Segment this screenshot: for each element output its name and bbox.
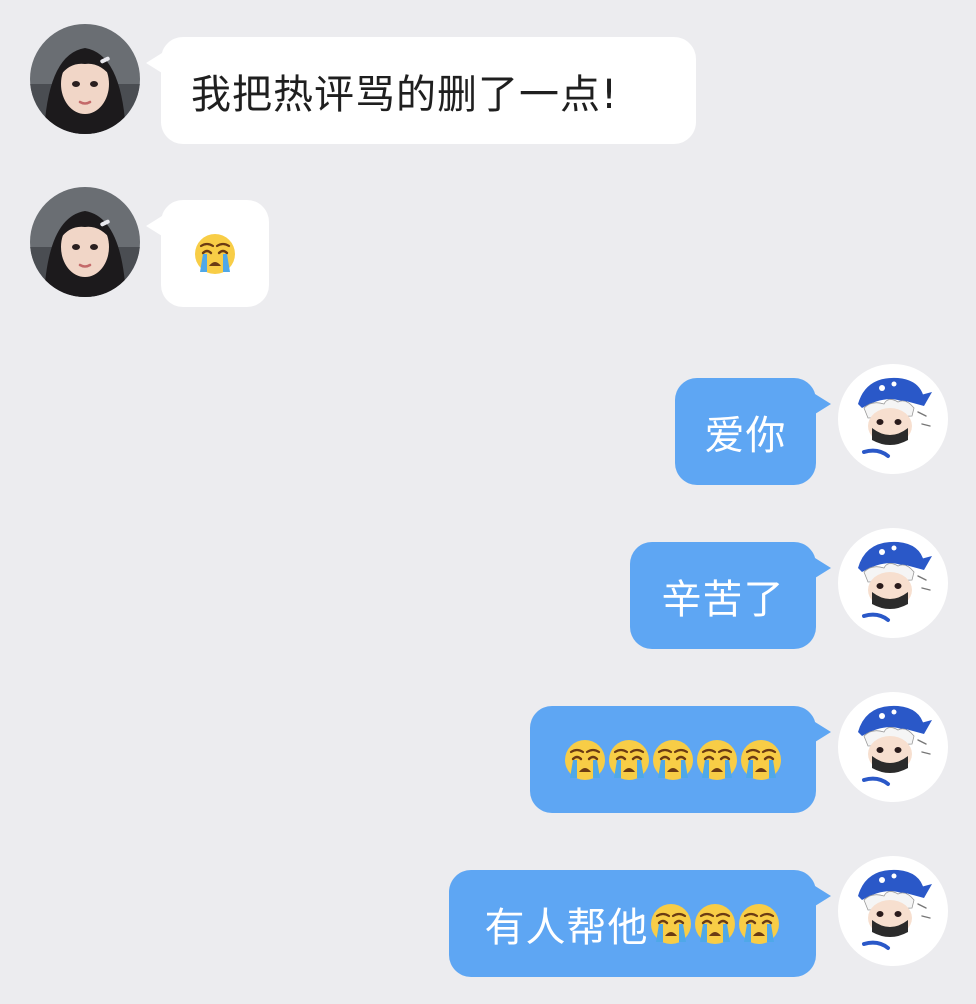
loudly-crying-face-icon bbox=[649, 902, 693, 946]
bubble-tail bbox=[146, 53, 162, 73]
loudly-crying-face-icon bbox=[651, 738, 695, 782]
bubble-tail bbox=[146, 216, 162, 236]
loudly-crying-face-icon bbox=[193, 232, 237, 276]
outgoing-message-bubble[interactable]: 辛苦了 bbox=[630, 542, 831, 649]
bubble-tail bbox=[815, 558, 831, 578]
loudly-crying-face-icon bbox=[695, 738, 739, 782]
contact-avatar[interactable] bbox=[30, 24, 140, 134]
loudly-crying-face-icon bbox=[693, 902, 737, 946]
bubble-tail bbox=[815, 886, 831, 906]
outgoing-message-bubble[interactable] bbox=[530, 706, 831, 813]
loudly-crying-face-icon bbox=[563, 738, 607, 782]
my-avatar[interactable] bbox=[838, 856, 948, 966]
outgoing-message-bubble[interactable]: 爱你 bbox=[675, 378, 831, 485]
loudly-crying-face-icon bbox=[737, 902, 781, 946]
message-text: 有人帮他 bbox=[484, 904, 649, 951]
incoming-message-bubble[interactable]: 我把热评骂的删了一点! bbox=[146, 37, 696, 144]
outgoing-message-bubble[interactable]: 有人帮他 bbox=[449, 870, 831, 977]
my-avatar[interactable] bbox=[838, 364, 948, 474]
my-avatar[interactable] bbox=[838, 692, 948, 802]
incoming-message-bubble[interactable] bbox=[146, 200, 269, 307]
my-avatar[interactable] bbox=[838, 528, 948, 638]
message-text: 辛苦了 bbox=[661, 576, 785, 623]
bubble-tail bbox=[815, 722, 831, 742]
message-text: 爱你 bbox=[704, 412, 787, 459]
loudly-crying-face-icon bbox=[607, 738, 651, 782]
message-text: 我把热评骂的删了一点! bbox=[191, 71, 619, 118]
bubble-tail bbox=[815, 394, 831, 414]
contact-avatar[interactable] bbox=[30, 187, 140, 297]
loudly-crying-face-icon bbox=[739, 738, 783, 782]
